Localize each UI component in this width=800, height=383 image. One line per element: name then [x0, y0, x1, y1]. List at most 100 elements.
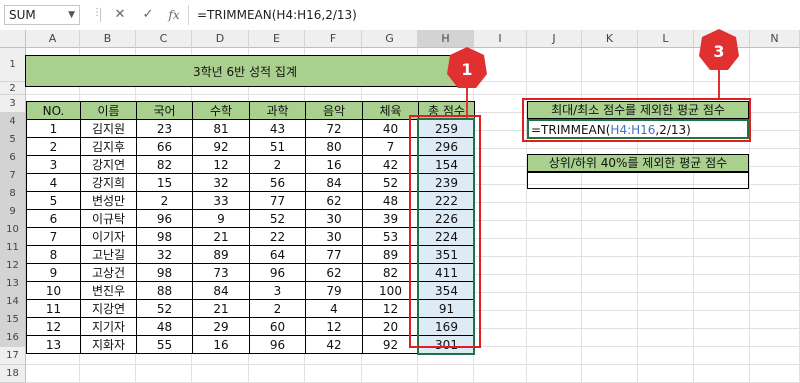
- table-cell[interactable]: 13: [26, 335, 81, 354]
- select-all-corner[interactable]: [0, 30, 26, 48]
- table-cell[interactable]: 48: [136, 317, 193, 336]
- table-cell[interactable]: 지강연: [80, 299, 137, 318]
- table-cell[interactable]: 30: [305, 209, 363, 228]
- grid-cell[interactable]: [474, 167, 527, 185]
- table-cell[interactable]: 이기자: [80, 227, 137, 246]
- table-cell[interactable]: 6: [26, 209, 81, 228]
- table-cell[interactable]: 21: [192, 299, 250, 318]
- grid-cell[interactable]: [80, 365, 136, 383]
- table-header-cell[interactable]: 이름: [80, 101, 137, 120]
- grid-cell[interactable]: [750, 365, 800, 383]
- grid-cell[interactable]: [362, 365, 418, 383]
- grid-cell[interactable]: [527, 48, 582, 82]
- table-cell[interactable]: 43: [249, 119, 306, 138]
- grid-cell[interactable]: [527, 257, 582, 275]
- grid-cell[interactable]: [582, 311, 638, 329]
- grid-cell[interactable]: [474, 365, 527, 383]
- name-box[interactable]: SUM ▼: [4, 5, 80, 25]
- grid-cell[interactable]: [750, 149, 800, 167]
- table-cell[interactable]: 96: [249, 335, 306, 354]
- row-header-11[interactable]: 11: [0, 239, 26, 257]
- table-header-cell[interactable]: 국어: [136, 101, 193, 120]
- table-cell[interactable]: 2: [136, 191, 193, 210]
- table-cell[interactable]: 96: [249, 263, 306, 282]
- grid-cell[interactable]: [582, 347, 638, 365]
- grid-cell[interactable]: [750, 221, 800, 239]
- table-cell[interactable]: 29: [192, 317, 250, 336]
- table-cell[interactable]: 23: [136, 119, 193, 138]
- table-cell[interactable]: 지화자: [80, 335, 137, 354]
- grid-cell[interactable]: [305, 365, 362, 383]
- table-cell[interactable]: 김지원: [80, 119, 137, 138]
- table-cell[interactable]: 32: [192, 173, 250, 192]
- table-cell[interactable]: 4: [305, 299, 363, 318]
- grid-cell[interactable]: [638, 257, 694, 275]
- grid-cell[interactable]: [638, 203, 694, 221]
- table-cell[interactable]: 62: [305, 263, 363, 282]
- formula-input[interactable]: =TRIMMEAN(H4:H16,2/13): [188, 5, 796, 25]
- row-header-13[interactable]: 13: [0, 275, 26, 293]
- table-cell[interactable]: 강지희: [80, 173, 137, 192]
- column-header-b[interactable]: B: [80, 30, 136, 48]
- table-cell[interactable]: 15: [136, 173, 193, 192]
- grid-cell[interactable]: [638, 239, 694, 257]
- grid-cell[interactable]: [136, 365, 192, 383]
- grid-cell[interactable]: [750, 257, 800, 275]
- grid-cell[interactable]: [694, 293, 750, 311]
- grid-cell[interactable]: [638, 365, 694, 383]
- column-header-a[interactable]: A: [26, 30, 80, 48]
- grid-cell[interactable]: [582, 293, 638, 311]
- table-cell[interactable]: 30: [305, 227, 363, 246]
- table-cell[interactable]: 16: [305, 155, 363, 174]
- grid-cell[interactable]: [527, 221, 582, 239]
- grid-cell[interactable]: [527, 82, 582, 95]
- grid-cell[interactable]: [474, 329, 527, 347]
- column-header-f[interactable]: F: [305, 30, 362, 48]
- row-header-16[interactable]: 16: [0, 329, 26, 347]
- grid-cell[interactable]: [750, 275, 800, 293]
- table-cell[interactable]: 52: [249, 209, 306, 228]
- grid-cell[interactable]: [527, 203, 582, 221]
- grid-cell[interactable]: [474, 131, 527, 149]
- table-cell[interactable]: 22: [249, 227, 306, 246]
- row-header-10[interactable]: 10: [0, 221, 26, 239]
- row-header-8[interactable]: 8: [0, 185, 26, 203]
- row-header-18[interactable]: 18: [0, 365, 26, 383]
- grid-cell[interactable]: [582, 239, 638, 257]
- table-cell[interactable]: 77: [249, 191, 306, 210]
- column-header-k[interactable]: K: [582, 30, 638, 48]
- grid-cell[interactable]: [638, 275, 694, 293]
- grid-cell[interactable]: [474, 185, 527, 203]
- insert-function-icon[interactable]: fx: [162, 5, 186, 25]
- table-cell[interactable]: 김지후: [80, 137, 137, 156]
- grid-cell[interactable]: [474, 239, 527, 257]
- grid-cell[interactable]: [582, 257, 638, 275]
- column-header-g[interactable]: G: [362, 30, 418, 48]
- table-cell[interactable]: 96: [136, 209, 193, 228]
- grid-cell[interactable]: [474, 221, 527, 239]
- grid-cell[interactable]: [750, 82, 800, 95]
- grid-cell[interactable]: [750, 311, 800, 329]
- grid-cell[interactable]: [582, 365, 638, 383]
- grid-cell[interactable]: [694, 203, 750, 221]
- column-header-l[interactable]: L: [638, 30, 694, 48]
- column-header-d[interactable]: D: [192, 30, 249, 48]
- grid-cell[interactable]: [638, 347, 694, 365]
- table-cell[interactable]: 80: [305, 137, 363, 156]
- table-cell[interactable]: 72: [305, 119, 363, 138]
- table-cell[interactable]: 89: [192, 245, 250, 264]
- column-header-n[interactable]: N: [750, 30, 800, 48]
- table-cell[interactable]: 77: [305, 245, 363, 264]
- table-cell[interactable]: 이규탁: [80, 209, 137, 228]
- grid-cell[interactable]: [474, 293, 527, 311]
- table-cell[interactable]: 33: [192, 191, 250, 210]
- table-cell[interactable]: 12: [192, 155, 250, 174]
- grid-cell[interactable]: [638, 221, 694, 239]
- table-cell[interactable]: 2: [249, 155, 306, 174]
- grid-cell[interactable]: [694, 239, 750, 257]
- table-cell[interactable]: 5: [26, 191, 81, 210]
- grid-cell[interactable]: [750, 347, 800, 365]
- column-header-c[interactable]: C: [136, 30, 192, 48]
- grid-cell[interactable]: [527, 347, 582, 365]
- table-cell[interactable]: 21: [192, 227, 250, 246]
